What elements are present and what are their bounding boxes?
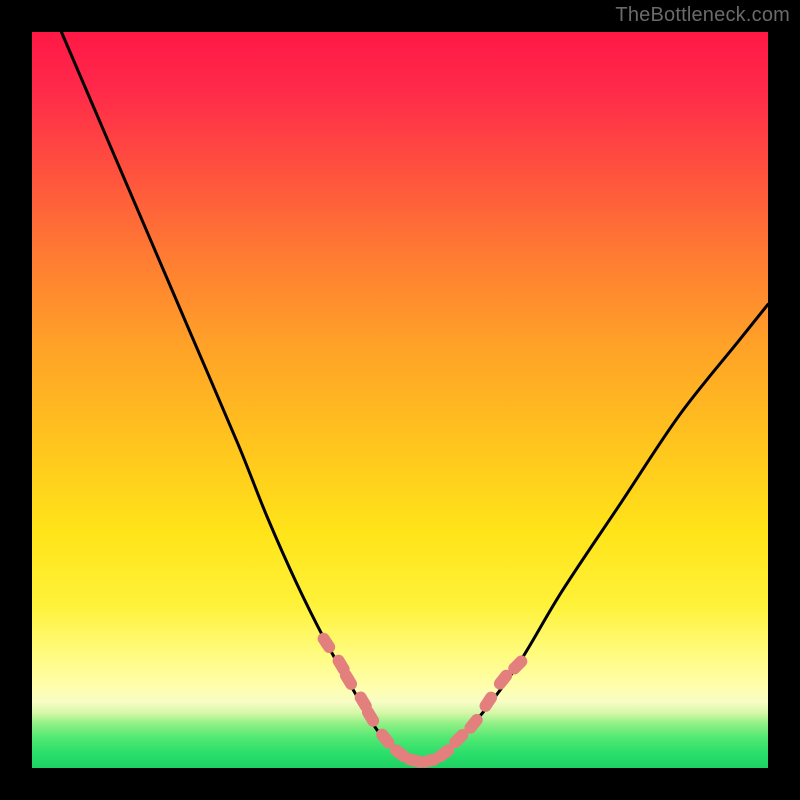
- bottleneck-curve-path: [61, 32, 768, 761]
- bottleneck-curve: [61, 32, 768, 761]
- chart-svg: [32, 32, 768, 768]
- highlight-marker: [315, 630, 337, 655]
- chart-frame: TheBottleneck.com: [0, 0, 800, 800]
- flat-segment-highlight: [315, 630, 529, 769]
- watermark-text: TheBottleneck.com: [615, 4, 790, 27]
- plot-area: [32, 32, 768, 768]
